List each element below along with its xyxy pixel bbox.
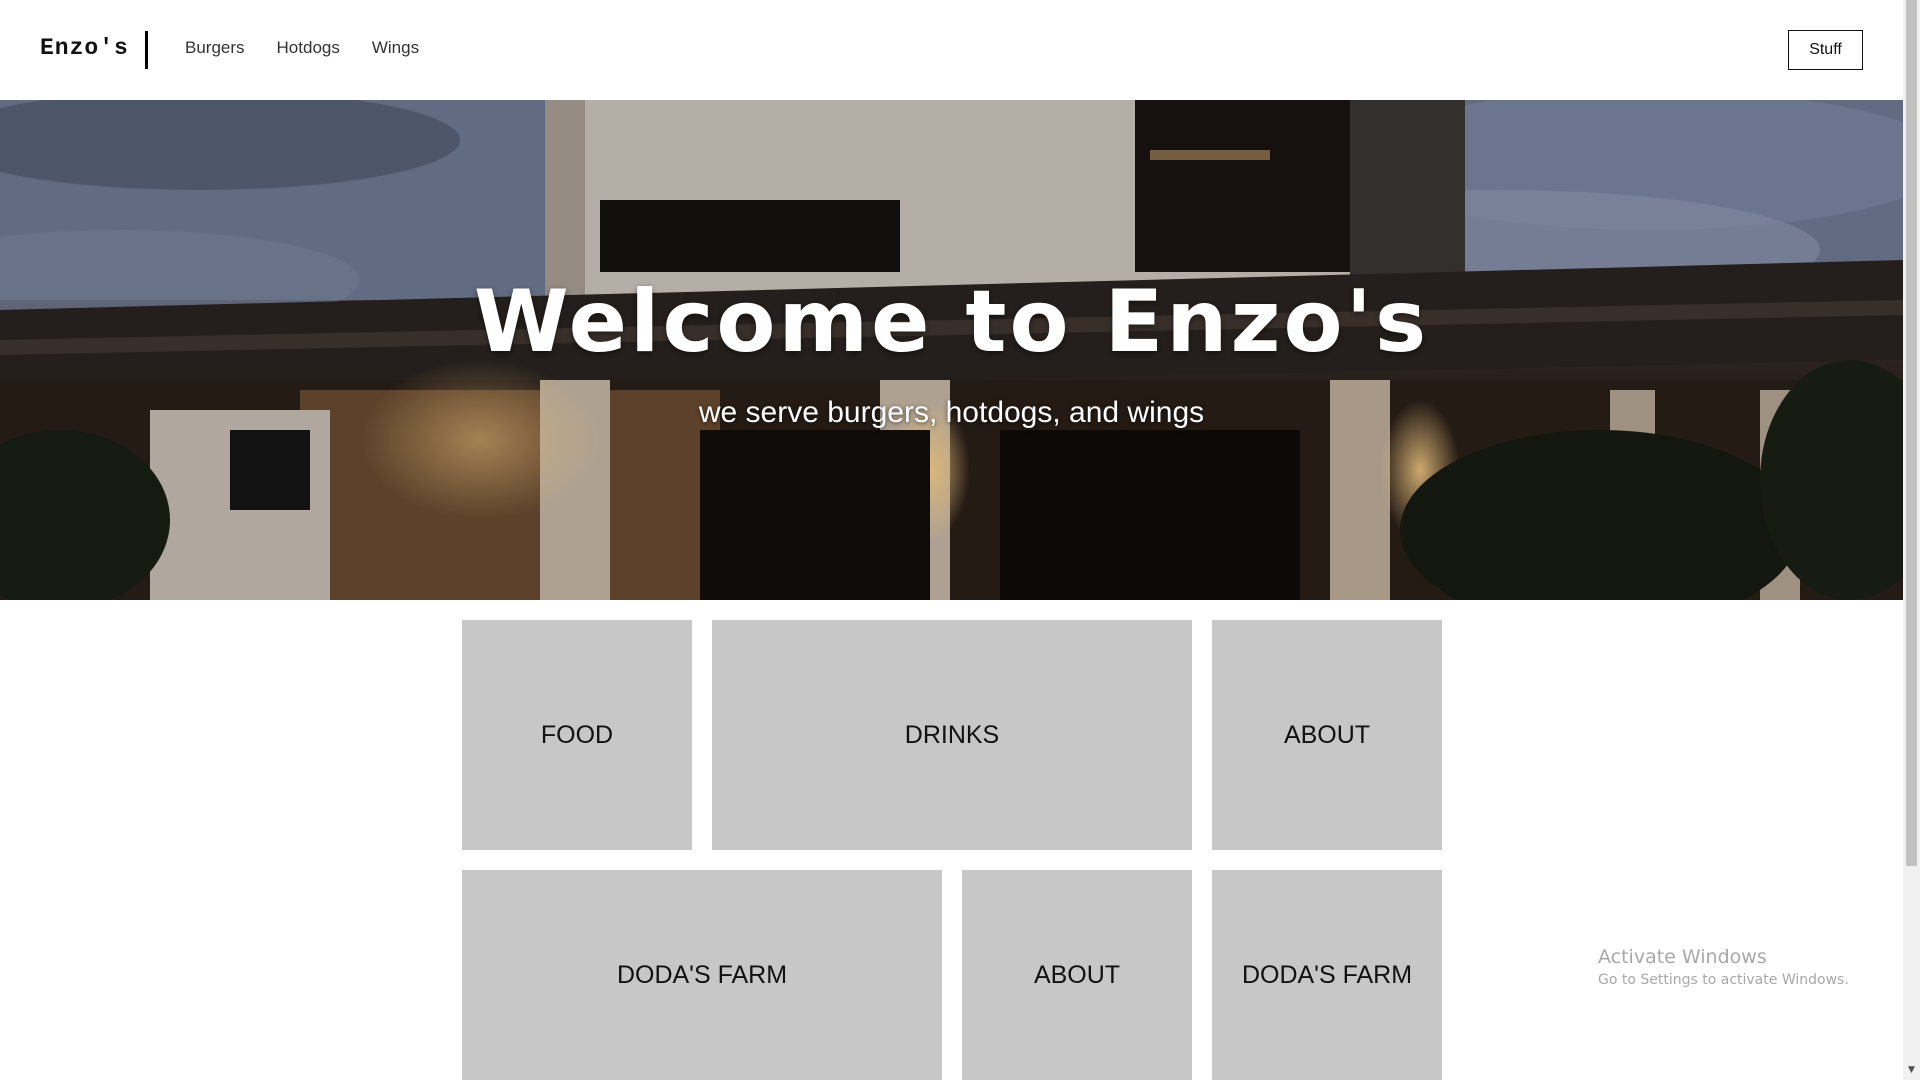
hero-banner: Welcome to Enzo's we serve burgers, hotd…	[0, 100, 1903, 600]
site-logo[interactable]: Enzo's	[40, 35, 129, 61]
nav-link-wings[interactable]: Wings	[372, 38, 419, 58]
tile-dodas-farm[interactable]: DODA'S FARM	[462, 870, 942, 1080]
tile-drinks[interactable]: DRINKS	[712, 620, 1192, 850]
top-navbar: Enzo's Burgers Hotdogs Wings Stuff	[0, 0, 1903, 100]
hero-subtitle: we serve burgers, hotdogs, and wings	[698, 396, 1205, 429]
scroll-down-arrow-icon[interactable]: ▼	[1906, 1064, 1917, 1076]
hero-title: Welcome to Enzo's	[473, 272, 1430, 372]
nav-link-hotdogs[interactable]: Hotdogs	[277, 38, 340, 58]
tile-dodas-farm-2[interactable]: DODA'S FARM	[1212, 870, 1442, 1080]
activate-windows-title: Activate Windows	[1598, 946, 1767, 968]
nav-link-burgers[interactable]: Burgers	[185, 38, 245, 58]
tile-about-2[interactable]: ABOUT	[962, 870, 1192, 1080]
tile-about[interactable]: ABOUT	[1212, 620, 1442, 850]
logo-divider	[145, 31, 148, 69]
main-nav: Burgers Hotdogs Wings	[185, 38, 419, 58]
page: Enzo's Burgers Hotdogs Wings Stuff Welco…	[0, 0, 1920, 1080]
tile-food[interactable]: FOOD	[462, 620, 692, 850]
activate-windows-subtitle: Go to Settings to activate Windows.	[1598, 972, 1849, 988]
stuff-button[interactable]: Stuff	[1788, 30, 1863, 70]
scrollbar-thumb[interactable]	[1906, 0, 1917, 866]
